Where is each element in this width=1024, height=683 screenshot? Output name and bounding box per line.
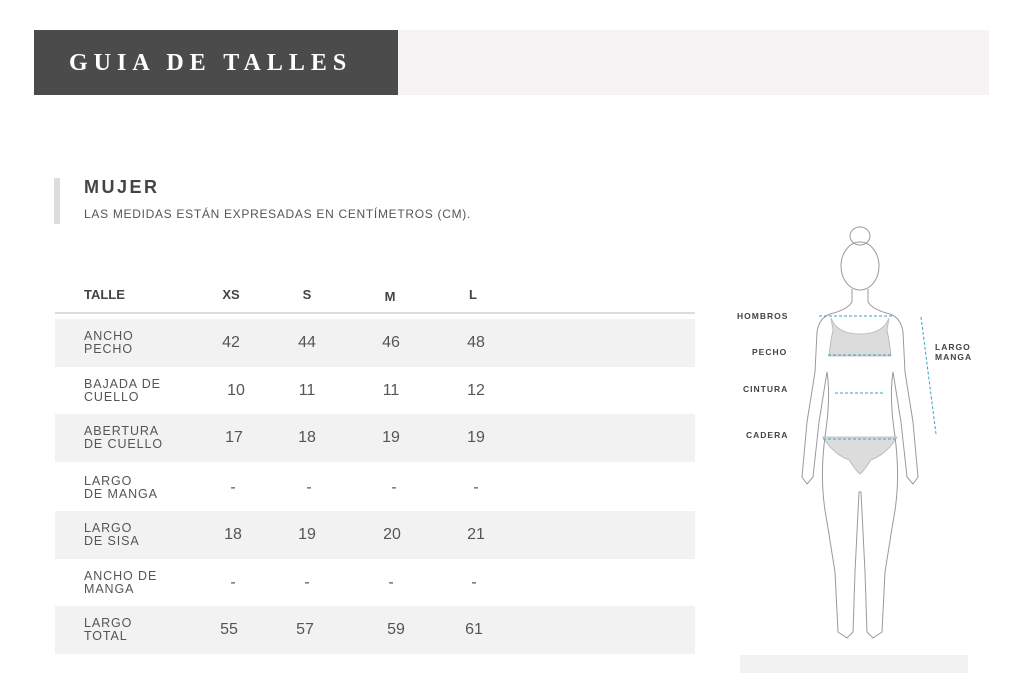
section-title: MUJER bbox=[84, 177, 160, 197]
cell-s: 18 bbox=[298, 429, 316, 446]
page-title: GUIA DE TALLES bbox=[69, 50, 353, 76]
label-largo-manga: LARGO MANGA bbox=[935, 342, 972, 362]
cell-l: 12 bbox=[467, 382, 485, 399]
header-size-m: M bbox=[384, 289, 396, 304]
table-row: LARGO DE MANGA - - - - bbox=[55, 464, 695, 512]
table-row: ANCHO PECHO 42 44 46 48 bbox=[55, 319, 695, 367]
row-label-line: MANGA bbox=[84, 582, 135, 596]
cell-m: 59 bbox=[387, 621, 405, 638]
row-label: LARGO DE MANGA bbox=[84, 475, 194, 501]
cell-xs: 10 bbox=[227, 382, 245, 399]
table-row: LARGO TOTAL 55 57 59 61 bbox=[55, 606, 695, 654]
label-cadera: CADERA bbox=[746, 430, 789, 440]
cell-m: 11 bbox=[382, 382, 400, 399]
table-row: ABERTURA DE CUELLO 17 18 19 19 bbox=[55, 414, 695, 462]
row-label-line: TOTAL bbox=[84, 629, 128, 643]
cell-s: - bbox=[306, 479, 312, 496]
row-label-line: CUELLO bbox=[84, 390, 140, 404]
body-measurement-figure: HOMBROS PECHO CINTURA CADERA LARGO MANGA bbox=[735, 222, 985, 652]
row-label: LARGO TOTAL bbox=[84, 617, 194, 643]
row-label: BAJADA DE CUELLO bbox=[84, 378, 194, 404]
label-largo-manga-line: LARGO bbox=[935, 342, 971, 352]
label-largo-manga-line: MANGA bbox=[935, 352, 973, 362]
cell-s: - bbox=[304, 574, 310, 591]
cell-l: - bbox=[473, 479, 479, 496]
row-label: ANCHO PECHO bbox=[84, 330, 194, 356]
section-subtitle: LAS MEDIDAS ESTÁN EXPRESADAS EN CENTÍMET… bbox=[84, 207, 472, 221]
header-size-l: L bbox=[469, 287, 477, 302]
header-talle: TALLE bbox=[84, 287, 125, 302]
row-label-line: DE SISA bbox=[84, 534, 140, 548]
header-size-xs: XS bbox=[222, 287, 240, 302]
cell-s: 44 bbox=[298, 334, 316, 351]
table-row: ANCHO DE MANGA - - - - bbox=[55, 559, 695, 607]
cell-m: 46 bbox=[382, 334, 400, 351]
row-label-line: DE MANGA bbox=[84, 487, 158, 501]
cell-s: 57 bbox=[296, 621, 314, 638]
cell-l: - bbox=[471, 574, 477, 591]
cell-xs: 17 bbox=[225, 429, 243, 446]
cell-l: 48 bbox=[467, 334, 485, 351]
figure-base-bar bbox=[740, 655, 968, 673]
row-label-line: DE CUELLO bbox=[84, 437, 163, 451]
table-row: BAJADA DE CUELLO 10 11 11 12 bbox=[55, 367, 695, 415]
cell-l: 21 bbox=[467, 526, 485, 543]
header-size-s: S bbox=[302, 287, 312, 302]
section-accent-bar bbox=[54, 178, 60, 224]
cell-l: 19 bbox=[467, 429, 485, 446]
label-cintura: CINTURA bbox=[743, 384, 789, 394]
header-band bbox=[398, 30, 989, 95]
cell-m: - bbox=[391, 479, 397, 496]
cell-xs: - bbox=[230, 574, 236, 591]
cell-m: 19 bbox=[382, 429, 400, 446]
cell-xs: - bbox=[230, 479, 236, 496]
row-label: ABERTURA DE CUELLO bbox=[84, 425, 194, 451]
row-label: LARGO DE SISA bbox=[84, 522, 194, 548]
cell-xs: 18 bbox=[224, 526, 242, 543]
cell-xs: 55 bbox=[220, 621, 238, 638]
row-label: ANCHO DE MANGA bbox=[84, 570, 194, 596]
header-divider bbox=[55, 312, 695, 314]
header-title-box: GUIA DE TALLES bbox=[34, 30, 398, 95]
cell-s: 11 bbox=[298, 382, 316, 399]
label-pecho: PECHO bbox=[752, 347, 788, 357]
cell-l: 61 bbox=[465, 621, 483, 638]
table-row: LARGO DE SISA 18 19 20 21 bbox=[55, 511, 695, 559]
label-hombros: HOMBROS bbox=[737, 311, 789, 321]
cell-m: 20 bbox=[383, 526, 401, 543]
cell-m: - bbox=[388, 574, 394, 591]
row-label-line: PECHO bbox=[84, 342, 133, 356]
cell-s: 19 bbox=[298, 526, 316, 543]
cell-xs: 42 bbox=[222, 334, 240, 351]
